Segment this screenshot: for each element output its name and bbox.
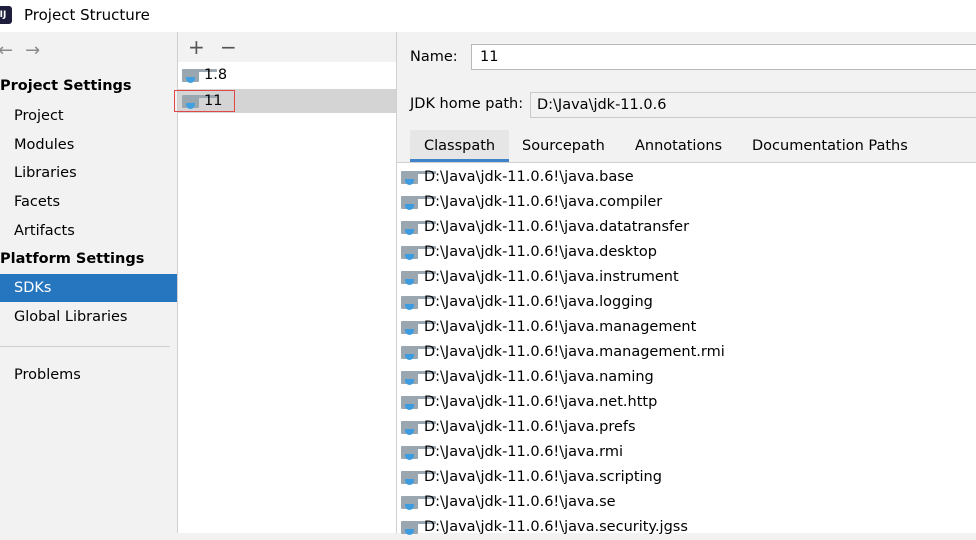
name-label: Name: — [410, 49, 458, 65]
jar-folder-icon — [401, 396, 436, 410]
classpath-entry: D:\Java\jdk-11.0.6!\java.security.jgss — [424, 519, 688, 535]
jar-folder-icon — [401, 521, 436, 535]
classpath-entry: D:\Java\jdk-11.0.6!\java.naming — [424, 369, 654, 385]
tab-classpath[interactable]: Classpath — [410, 130, 510, 162]
jar-folder-icon — [401, 296, 436, 310]
sdk-toolbar: + − — [178, 32, 396, 62]
window-title: Project Structure — [24, 6, 150, 24]
tab-bar: Classpath Sourcepath Annotations Documen… — [397, 130, 976, 163]
sidebar-item-project[interactable]: Project — [0, 102, 177, 130]
jdk-home-label: JDK home path: — [410, 96, 524, 112]
jar-folder-icon — [401, 221, 436, 235]
classpath-entry: D:\Java\jdk-11.0.6!\java.datatransfer — [424, 219, 690, 235]
classpath-entry: D:\Java\jdk-11.0.6!\java.management — [424, 319, 697, 335]
classpath-entry: D:\Java\jdk-11.0.6!\java.compiler — [424, 194, 663, 210]
add-sdk-button[interactable]: + — [188, 35, 205, 59]
forward-arrow-icon[interactable]: → — [25, 40, 40, 61]
jar-folder-icon — [401, 471, 436, 485]
classpath-entry: D:\Java\jdk-11.0.6!\java.scripting — [424, 469, 662, 485]
sidebar-item-artifacts[interactable]: Artifacts — [0, 217, 177, 245]
jdk-folder-icon — [182, 69, 217, 83]
jar-folder-icon — [401, 196, 436, 210]
classpath-row[interactable]: D:\Java\jdk-11.0.6!\java.rmi — [397, 440, 976, 465]
jar-folder-icon — [401, 346, 436, 360]
jar-folder-icon — [401, 371, 436, 385]
classpath-row[interactable]: D:\Java\jdk-11.0.6!\java.naming — [397, 365, 976, 390]
sidebar-item-modules[interactable]: Modules — [0, 131, 177, 159]
back-arrow-icon[interactable]: ← — [0, 40, 13, 61]
classpath-row[interactable]: D:\Java\jdk-11.0.6!\java.desktop — [397, 240, 976, 265]
platform-settings-header: Platform Settings — [0, 251, 145, 267]
sidebar-item-libraries[interactable]: Libraries — [0, 159, 177, 187]
jar-folder-icon — [401, 321, 436, 335]
name-field[interactable]: 11 — [471, 44, 976, 70]
classpath-row[interactable]: D:\Java\jdk-11.0.6!\java.management.rmi — [397, 340, 976, 365]
classpath-entry: D:\Java\jdk-11.0.6!\java.logging — [424, 294, 653, 310]
classpath-row[interactable]: D:\Java\jdk-11.0.6!\java.compiler — [397, 190, 976, 215]
title-bar: IJ Project Structure — [0, 0, 976, 32]
sidebar-divider — [0, 346, 170, 347]
classpath-row[interactable]: D:\Java\jdk-11.0.6!\java.prefs — [397, 415, 976, 440]
classpath-row[interactable]: D:\Java\jdk-11.0.6!\java.logging — [397, 290, 976, 315]
classpath-row[interactable]: D:\Java\jdk-11.0.6!\java.base — [397, 165, 976, 190]
classpath-row[interactable]: D:\Java\jdk-11.0.6!\java.management — [397, 315, 976, 340]
jar-folder-icon — [401, 496, 436, 510]
jar-folder-icon — [401, 171, 436, 185]
classpath-row[interactable]: D:\Java\jdk-11.0.6!\java.security.jgss — [397, 515, 976, 540]
classpath-entry: D:\Java\jdk-11.0.6!\java.net.http — [424, 394, 658, 410]
jar-folder-icon — [401, 446, 436, 460]
classpath-row[interactable]: D:\Java\jdk-11.0.6!\java.net.http — [397, 390, 976, 415]
classpath-entry: D:\Java\jdk-11.0.6!\java.rmi — [424, 444, 623, 460]
nav-arrows: ← → — [0, 40, 52, 61]
jdk-home-path-field[interactable]: D:\Java\jdk-11.0.6 — [530, 92, 976, 118]
classpath-entry: D:\Java\jdk-11.0.6!\java.prefs — [424, 419, 636, 435]
sidebar-item-global-libraries[interactable]: Global Libraries — [0, 303, 177, 331]
tab-documentation-paths[interactable]: Documentation Paths — [738, 130, 922, 162]
tab-annotations[interactable]: Annotations — [621, 130, 736, 162]
sidebar-item-problems[interactable]: Problems — [0, 361, 177, 389]
classpath-entry: D:\Java\jdk-11.0.6!\java.instrument — [424, 269, 679, 285]
project-settings-header: Project Settings — [0, 78, 132, 94]
settings-sidebar: ← → Project Settings Project Modules Libr… — [0, 32, 178, 533]
sdk-detail-panel: Name: 11 JDK home path: D:\Java\jdk-11.0… — [397, 32, 976, 535]
classpath-entry: D:\Java\jdk-11.0.6!\java.base — [424, 169, 634, 185]
jar-folder-icon — [401, 246, 436, 260]
red-highlight-box — [174, 90, 235, 112]
sdk-list-item[interactable]: 1.8 — [178, 63, 396, 87]
jar-folder-icon — [401, 421, 436, 435]
classpath-entry: D:\Java\jdk-11.0.6!\java.management.rmi — [424, 344, 725, 360]
classpath-row[interactable]: D:\Java\jdk-11.0.6!\java.datatransfer — [397, 215, 976, 240]
classpath-row[interactable]: D:\Java\jdk-11.0.6!\java.instrument — [397, 265, 976, 290]
sidebar-item-sdks[interactable]: SDKs — [0, 274, 177, 302]
remove-sdk-button[interactable]: − — [220, 35, 237, 59]
classpath-list[interactable]: D:\Java\jdk-11.0.6!\java.base D:\Java\jdk… — [397, 163, 976, 535]
jar-folder-icon — [401, 271, 436, 285]
tab-sourcepath[interactable]: Sourcepath — [508, 130, 619, 162]
classpath-row[interactable]: D:\Java\jdk-11.0.6!\java.scripting — [397, 465, 976, 490]
classpath-row[interactable]: D:\Java\jdk-11.0.6!\java.se — [397, 490, 976, 515]
sdk-label: 1.8 — [204, 67, 228, 83]
intellij-app-icon: IJ — [0, 6, 12, 24]
classpath-entry: D:\Java\jdk-11.0.6!\java.desktop — [424, 244, 657, 260]
sidebar-item-facets[interactable]: Facets — [0, 188, 177, 216]
classpath-entry: D:\Java\jdk-11.0.6!\java.se — [424, 494, 616, 510]
